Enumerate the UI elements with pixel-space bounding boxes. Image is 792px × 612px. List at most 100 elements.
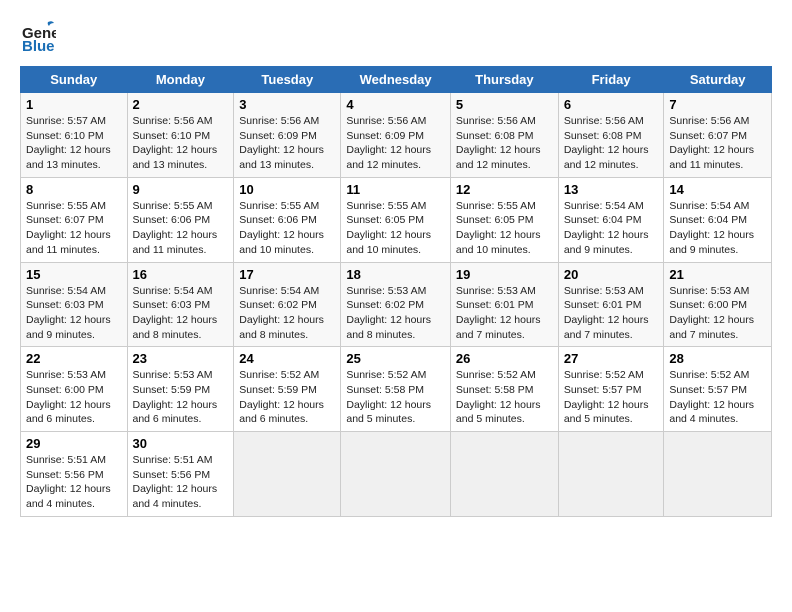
logo-icon: General Blue: [20, 18, 56, 54]
day-number: 10: [239, 182, 335, 197]
day-number: 4: [346, 97, 445, 112]
calendar-cell: 30Sunrise: 5:51 AM Sunset: 5:56 PM Dayli…: [127, 432, 234, 517]
day-info: Sunrise: 5:55 AM Sunset: 6:05 PM Dayligh…: [346, 199, 445, 258]
day-info: Sunrise: 5:54 AM Sunset: 6:03 PM Dayligh…: [133, 284, 229, 343]
week-row-5: 29 Sunrise: 5:51 AM Sunset: 5:56 PM Dayli…: [21, 432, 772, 517]
day-info: Sunrise: 5:52 AM Sunset: 5:57 PM Dayligh…: [564, 368, 659, 427]
calendar-cell: 9Sunrise: 5:55 AM Sunset: 6:06 PM Daylig…: [127, 177, 234, 262]
day-number: 2: [133, 97, 229, 112]
day-number: 8: [26, 182, 122, 197]
calendar-cell: 29 Sunrise: 5:51 AM Sunset: 5:56 PM Dayli…: [21, 432, 128, 517]
calendar-cell: 5Sunrise: 5:56 AM Sunset: 6:08 PM Daylig…: [450, 93, 558, 178]
calendar-cell: 16 Sunrise: 5:54 AM Sunset: 6:03 PM Dayli…: [127, 262, 234, 347]
day-number: 24: [239, 351, 335, 366]
calendar-cell: 20 Sunrise: 5:53 AM Sunset: 6:01 PM Dayli…: [558, 262, 664, 347]
day-number: 23: [133, 351, 229, 366]
calendar-cell: 1Sunrise: 5:57 AM Sunset: 6:10 PM Daylig…: [21, 93, 128, 178]
day-info: Sunrise: 5:53 AM Sunset: 6:02 PM Dayligh…: [346, 284, 445, 343]
weekday-header-row: SundayMondayTuesdayWednesdayThursdayFrid…: [21, 67, 772, 93]
day-number: 27: [564, 351, 659, 366]
day-number: 20: [564, 267, 659, 282]
calendar-cell: 24 Sunrise: 5:52 AM Sunset: 5:59 PM Dayli…: [234, 347, 341, 432]
day-number: 28: [669, 351, 766, 366]
calendar-cell: 4 Sunrise: 5:56 AM Sunset: 6:09 PM Daylig…: [341, 93, 451, 178]
calendar-cell: 22 Sunrise: 5:53 AM Sunset: 6:00 PM Dayli…: [21, 347, 128, 432]
calendar-cell: 2 Sunrise: 5:56 AM Sunset: 6:10 PM Daylig…: [127, 93, 234, 178]
weekday-header-saturday: Saturday: [664, 67, 772, 93]
weekday-header-friday: Friday: [558, 67, 664, 93]
day-number: 13: [564, 182, 659, 197]
calendar-page: General Blue SundayMondayTuesdayWednesda…: [0, 0, 792, 612]
weekday-header-thursday: Thursday: [450, 67, 558, 93]
day-number: 26: [456, 351, 553, 366]
day-number: 1: [26, 97, 122, 112]
day-number: 12: [456, 182, 553, 197]
calendar-cell: 27 Sunrise: 5:52 AM Sunset: 5:57 PM Dayli…: [558, 347, 664, 432]
day-info: Sunrise: 5:54 AM Sunset: 6:02 PM Dayligh…: [239, 284, 335, 343]
calendar-cell: 3Sunrise: 5:56 AM Sunset: 6:09 PM Daylig…: [234, 93, 341, 178]
day-number: 3: [239, 97, 335, 112]
calendar-cell: 17 Sunrise: 5:54 AM Sunset: 6:02 PM Dayli…: [234, 262, 341, 347]
calendar-cell: 28 Sunrise: 5:52 AM Sunset: 5:57 PM Dayli…: [664, 347, 772, 432]
day-info: Sunrise: 5:55 AM Sunset: 6:05 PM Dayligh…: [456, 199, 553, 258]
calendar-cell: 10 Sunrise: 5:55 AM Sunset: 6:06 PM Dayli…: [234, 177, 341, 262]
week-row-2: 8 Sunrise: 5:55 AM Sunset: 6:07 PM Daylig…: [21, 177, 772, 262]
day-number: 5: [456, 97, 553, 112]
day-number: 19: [456, 267, 553, 282]
day-info: Sunrise: 5:54 AM Sunset: 6:04 PM Dayligh…: [564, 199, 659, 258]
day-number: 7: [669, 97, 766, 112]
calendar-cell: 19 Sunrise: 5:53 AM Sunset: 6:01 PM Dayli…: [450, 262, 558, 347]
day-number: 25: [346, 351, 445, 366]
day-number: 29: [26, 436, 122, 451]
day-info: Sunrise: 5:56 AM Sunset: 6:10 PM Dayligh…: [133, 114, 229, 173]
svg-text:Blue: Blue: [22, 38, 55, 54]
day-info: Sunrise: 5:52 AM Sunset: 5:58 PM Dayligh…: [456, 368, 553, 427]
day-number: 6: [564, 97, 659, 112]
calendar-cell: 23Sunrise: 5:53 AM Sunset: 5:59 PM Dayli…: [127, 347, 234, 432]
day-number: 18: [346, 267, 445, 282]
day-info: Sunrise: 5:56 AM Sunset: 6:07 PM Dayligh…: [669, 114, 766, 173]
weekday-header-sunday: Sunday: [21, 67, 128, 93]
calendar-cell: [558, 432, 664, 517]
week-row-3: 15 Sunrise: 5:54 AM Sunset: 6:03 PM Dayli…: [21, 262, 772, 347]
day-info: Sunrise: 5:53 AM Sunset: 6:00 PM Dayligh…: [26, 368, 122, 427]
day-number: 15: [26, 267, 122, 282]
day-info: Sunrise: 5:54 AM Sunset: 6:03 PM Dayligh…: [26, 284, 122, 343]
calendar-cell: 25Sunrise: 5:52 AM Sunset: 5:58 PM Dayli…: [341, 347, 451, 432]
week-row-4: 22 Sunrise: 5:53 AM Sunset: 6:00 PM Dayli…: [21, 347, 772, 432]
day-info: Sunrise: 5:53 AM Sunset: 6:01 PM Dayligh…: [456, 284, 553, 343]
day-number: 22: [26, 351, 122, 366]
day-info: Sunrise: 5:52 AM Sunset: 5:59 PM Dayligh…: [239, 368, 335, 427]
calendar-cell: 13 Sunrise: 5:54 AM Sunset: 6:04 PM Dayli…: [558, 177, 664, 262]
day-info: Sunrise: 5:51 AM Sunset: 5:56 PM Dayligh…: [26, 453, 122, 512]
day-number: 30: [133, 436, 229, 451]
calendar-cell: 12 Sunrise: 5:55 AM Sunset: 6:05 PM Dayli…: [450, 177, 558, 262]
calendar-cell: 11 Sunrise: 5:55 AM Sunset: 6:05 PM Dayli…: [341, 177, 451, 262]
calendar-cell: [664, 432, 772, 517]
calendar-cell: 21Sunrise: 5:53 AM Sunset: 6:00 PM Dayli…: [664, 262, 772, 347]
day-number: 14: [669, 182, 766, 197]
weekday-header-tuesday: Tuesday: [234, 67, 341, 93]
header: General Blue: [20, 18, 772, 54]
day-number: 17: [239, 267, 335, 282]
day-info: Sunrise: 5:56 AM Sunset: 6:08 PM Dayligh…: [564, 114, 659, 173]
day-number: 16: [133, 267, 229, 282]
day-info: Sunrise: 5:53 AM Sunset: 6:01 PM Dayligh…: [564, 284, 659, 343]
day-info: Sunrise: 5:52 AM Sunset: 5:57 PM Dayligh…: [669, 368, 766, 427]
calendar-cell: 6 Sunrise: 5:56 AM Sunset: 6:08 PM Daylig…: [558, 93, 664, 178]
day-info: Sunrise: 5:55 AM Sunset: 6:07 PM Dayligh…: [26, 199, 122, 258]
day-info: Sunrise: 5:56 AM Sunset: 6:09 PM Dayligh…: [346, 114, 445, 173]
logo: General Blue: [20, 18, 58, 54]
day-info: Sunrise: 5:55 AM Sunset: 6:06 PM Dayligh…: [239, 199, 335, 258]
calendar-cell: [341, 432, 451, 517]
calendar-cell: 8 Sunrise: 5:55 AM Sunset: 6:07 PM Daylig…: [21, 177, 128, 262]
calendar-cell: 18 Sunrise: 5:53 AM Sunset: 6:02 PM Dayli…: [341, 262, 451, 347]
weekday-header-wednesday: Wednesday: [341, 67, 451, 93]
calendar-cell: 15 Sunrise: 5:54 AM Sunset: 6:03 PM Dayli…: [21, 262, 128, 347]
calendar-cell: 14Sunrise: 5:54 AM Sunset: 6:04 PM Dayli…: [664, 177, 772, 262]
calendar-cell: [450, 432, 558, 517]
week-row-1: 1Sunrise: 5:57 AM Sunset: 6:10 PM Daylig…: [21, 93, 772, 178]
calendar-table: SundayMondayTuesdayWednesdayThursdayFrid…: [20, 66, 772, 517]
day-number: 11: [346, 182, 445, 197]
weekday-header-monday: Monday: [127, 67, 234, 93]
